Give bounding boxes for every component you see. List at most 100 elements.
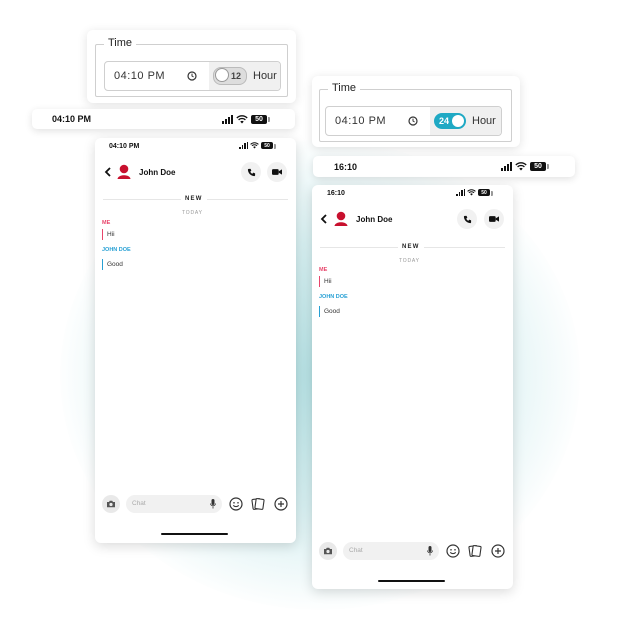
phone-status-bar: 16:10 50 (312, 185, 513, 201)
toggle-label: 24 (439, 116, 450, 126)
chat-header: John Doe (312, 207, 513, 231)
phone-status-time: 04:10 PM (109, 143, 140, 150)
signal-icon (456, 189, 465, 196)
video-call-button[interactable] (484, 209, 504, 229)
chevron-left-icon[interactable] (320, 214, 328, 224)
hour-format-toggle[interactable]: 24 (434, 113, 466, 129)
today-label: TODAY (399, 258, 420, 264)
phone-icon (247, 168, 255, 176)
time-fieldset: Time 04:10 PM 24 Hour (319, 82, 512, 142)
video-camera-icon (272, 169, 282, 175)
time-value: 04:10 PM (335, 115, 387, 127)
phone-12h: 04:10 PM 50 John Doe NEW TODAY ME Hii JO… (95, 138, 296, 543)
time-value: 04:10 PM (114, 70, 166, 82)
phone-icon (463, 215, 471, 223)
time-fieldset: Time 04:10 PM 12 Hour (95, 37, 288, 97)
hour-format-toggle[interactable]: 12 (213, 67, 247, 85)
sticker-icon[interactable] (251, 497, 265, 511)
home-indicator (161, 533, 228, 535)
message-text[interactable]: Good (319, 306, 340, 317)
chat-composer: Chat (312, 541, 513, 561)
toggle-label: 12 (231, 71, 242, 81)
time-input[interactable]: 04:10 PM 12 Hour (104, 61, 281, 91)
time-legend: Time (104, 37, 137, 49)
camera-button[interactable] (102, 495, 120, 513)
video-call-button[interactable] (267, 162, 287, 182)
clock-icon[interactable] (187, 71, 197, 81)
wifi-icon (467, 189, 476, 196)
microphone-icon[interactable] (210, 499, 216, 509)
toggle-knob (216, 69, 228, 81)
new-separator: NEW (398, 244, 424, 250)
sticker-icon[interactable] (468, 544, 482, 558)
toggle-knob (452, 115, 464, 127)
chat-placeholder: Chat (132, 500, 146, 507)
signal-icon (501, 162, 512, 171)
chat-input[interactable]: Chat (126, 495, 222, 513)
message-sender: JOHN DOE (102, 247, 131, 253)
time-input[interactable]: 04:10 PM 24 Hour (325, 106, 502, 136)
battery-icon: 50 (251, 114, 270, 124)
hour-label: Hour (472, 115, 496, 127)
phone-24h: 16:10 50 John Doe NEW TODAY ME Hii JOHN … (312, 185, 513, 589)
message-sender: ME (319, 267, 328, 273)
phone-status-bar: 04:10 PM 50 (95, 138, 296, 154)
avatar-icon[interactable] (116, 163, 132, 179)
time-card-12h: Time 04:10 PM 12 Hour (87, 30, 296, 103)
video-camera-icon (489, 216, 499, 222)
emoji-icon[interactable] (446, 544, 460, 558)
today-label: TODAY (182, 210, 203, 216)
battery-level: 50 (255, 115, 263, 123)
chat-input[interactable]: Chat (343, 542, 439, 560)
new-separator: NEW (181, 196, 207, 202)
status-icons: 50 (501, 162, 549, 171)
plus-circle-icon[interactable] (274, 497, 288, 511)
hour-format-toggle-area: 12 Hour (209, 62, 280, 90)
signal-icon (222, 114, 233, 124)
battery-level: 50 (534, 163, 542, 170)
camera-icon (324, 547, 332, 555)
message-text[interactable]: Hii (319, 276, 332, 287)
wifi-icon (236, 114, 248, 123)
camera-icon (107, 500, 115, 508)
status-icons: 50 (456, 189, 493, 196)
avatar-icon[interactable] (333, 210, 349, 226)
message-text[interactable]: Hii (102, 229, 115, 240)
status-icons: 50 (239, 142, 276, 149)
time-legend: Time (328, 82, 361, 94)
hour-label: Hour (253, 70, 277, 82)
microphone-icon[interactable] (427, 546, 433, 556)
phone-status-time: 16:10 (327, 190, 345, 197)
emoji-icon[interactable] (229, 497, 243, 511)
status-icons: 50 (222, 114, 270, 124)
battery-level: 50 (264, 142, 270, 149)
battery-level: 50 (481, 189, 487, 196)
chat-placeholder: Chat (349, 547, 363, 554)
status-time: 04:10 PM (52, 114, 92, 124)
plus-circle-icon[interactable] (491, 544, 505, 558)
call-button[interactable] (457, 209, 477, 229)
battery-icon: 50 (478, 189, 493, 196)
status-bar-24h: 16:10 50 (313, 156, 575, 177)
signal-icon (239, 142, 248, 149)
time-card-24h: Time 04:10 PM 24 Hour (312, 76, 520, 147)
contact-name[interactable]: John Doe (139, 168, 175, 177)
clock-icon[interactable] (408, 116, 418, 126)
status-time: 16:10 (334, 161, 358, 172)
camera-button[interactable] (319, 542, 337, 560)
chat-composer: Chat (95, 494, 296, 514)
hour-format-toggle-area: 24 Hour (430, 107, 501, 135)
message-sender: JOHN DOE (319, 294, 348, 300)
battery-icon: 50 (261, 142, 276, 149)
wifi-icon (515, 162, 527, 171)
contact-name[interactable]: John Doe (356, 215, 392, 224)
message-sender: ME (102, 220, 111, 226)
home-indicator (378, 580, 445, 582)
chat-header: John Doe (95, 160, 296, 184)
chevron-left-icon[interactable] (104, 167, 112, 177)
message-text[interactable]: Good (102, 259, 123, 270)
call-button[interactable] (241, 162, 261, 182)
status-bar-12h: 04:10 PM 50 (32, 109, 295, 129)
battery-icon: 50 (530, 162, 549, 171)
wifi-icon (250, 142, 259, 149)
